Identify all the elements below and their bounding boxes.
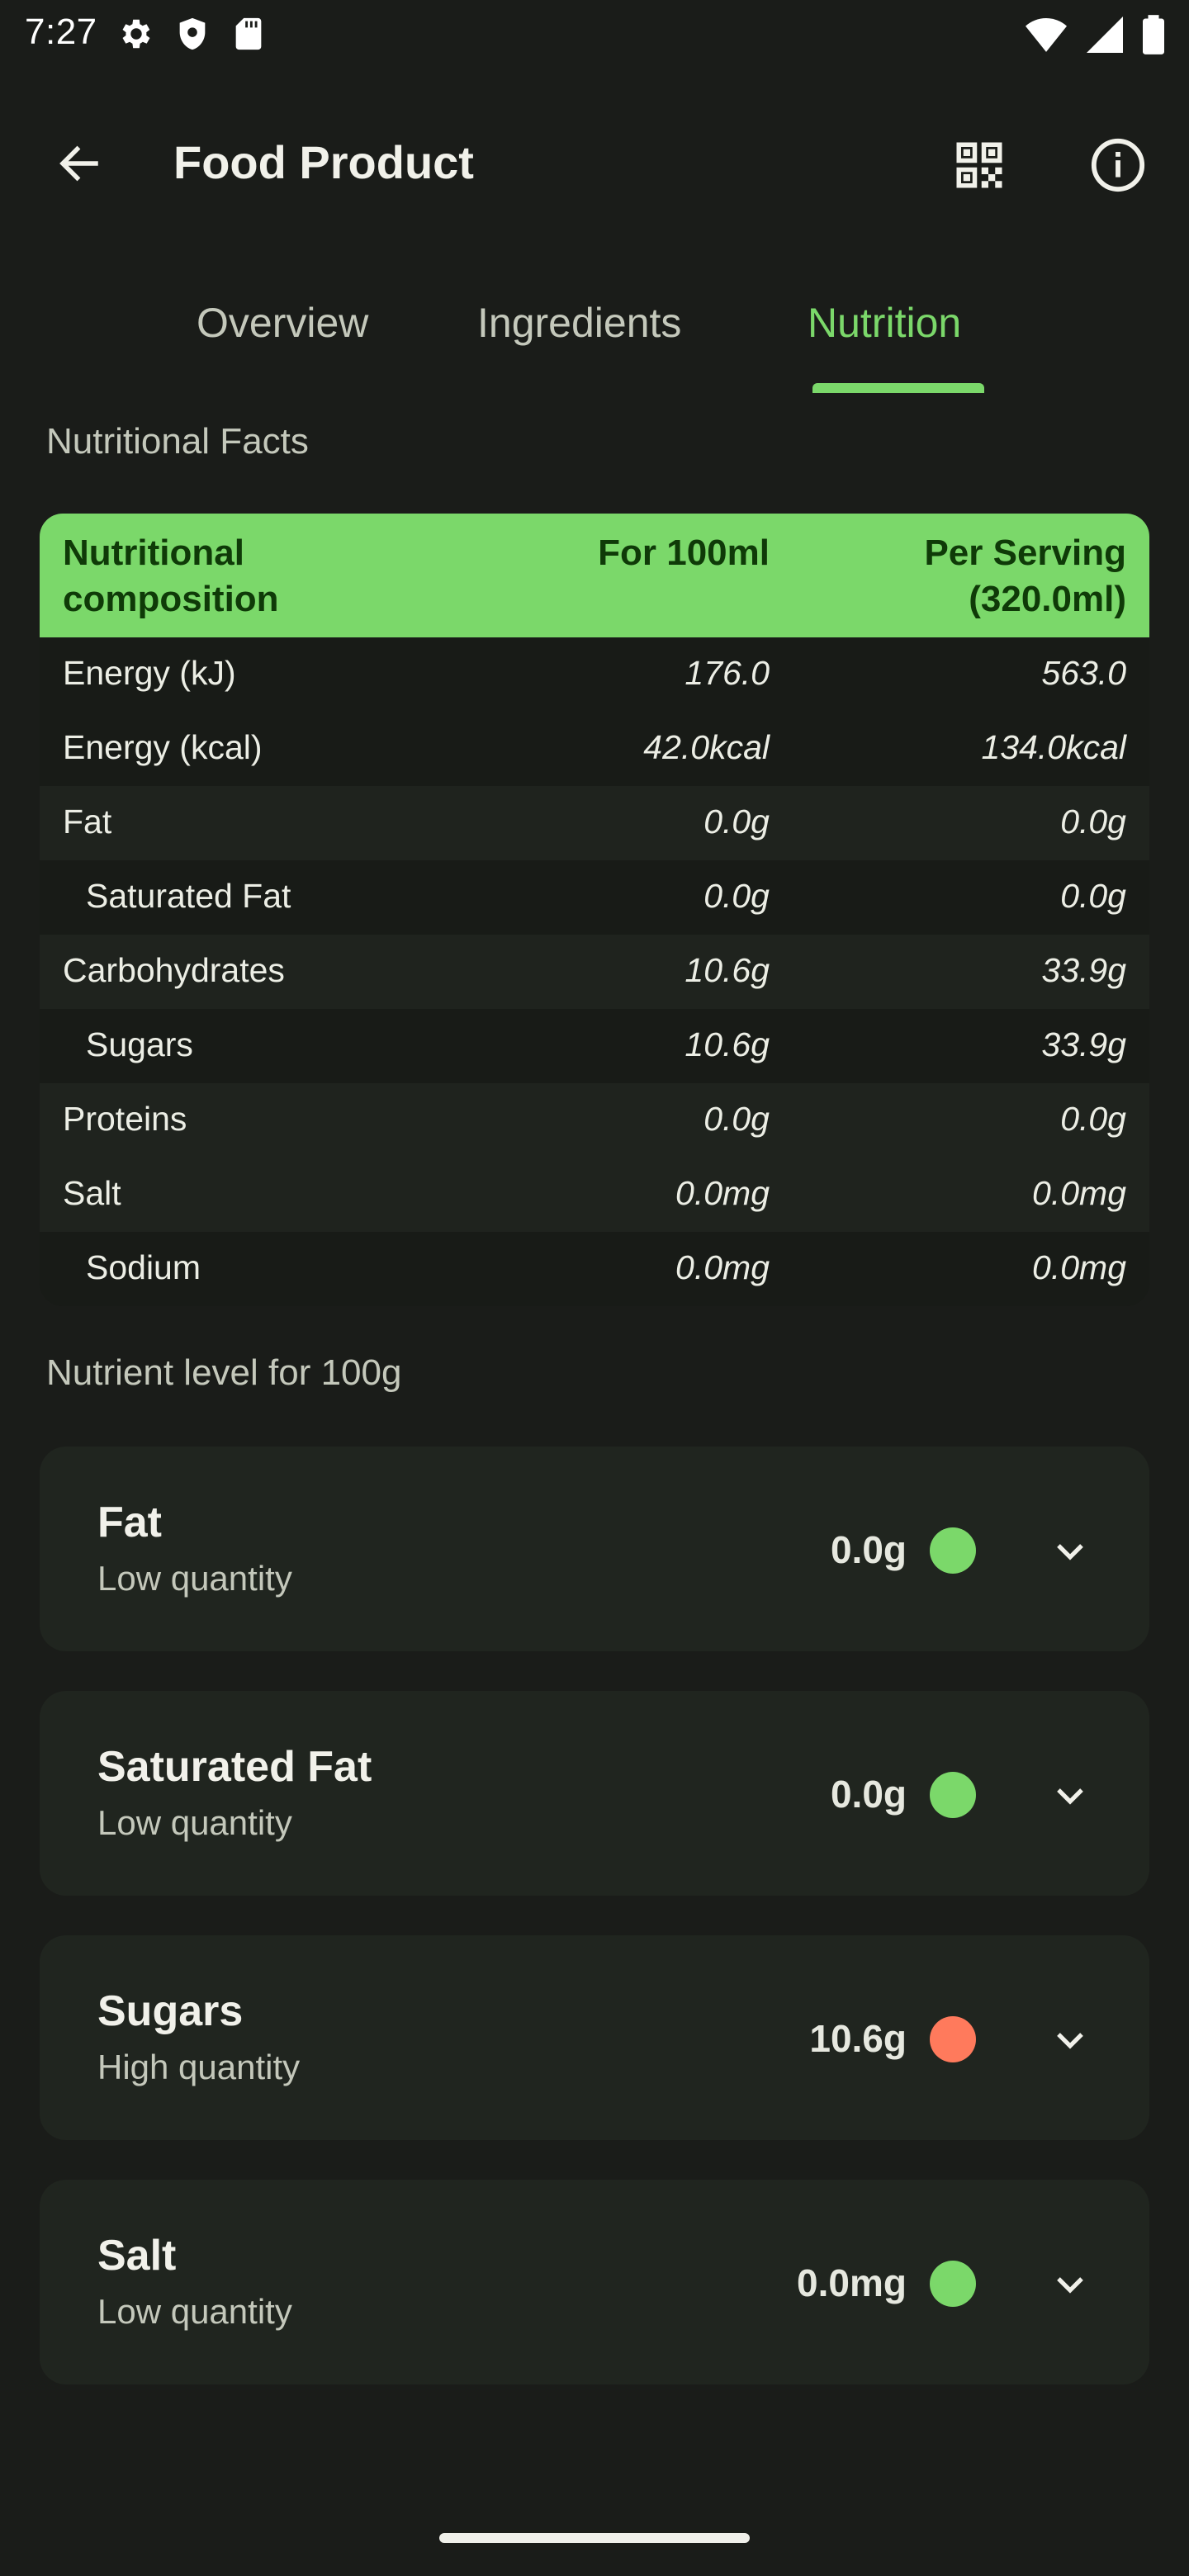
row-value-per-serving: 0.0g — [1060, 1100, 1126, 1138]
nutrient-value: 0.0mg — [797, 2261, 907, 2304]
row-name: Energy (kcal) — [63, 728, 263, 766]
row-name: Salt — [63, 1174, 121, 1212]
table-row: Sugars 10.6g 33.9g — [40, 1009, 1149, 1083]
table-row: Sodium 0.0mg 0.0mg — [40, 1232, 1149, 1306]
nutrient-value: 0.0g — [830, 1773, 907, 1816]
row-value-per-100: 0.0g — [703, 1100, 770, 1138]
tab-nutrition[interactable]: Nutrition — [808, 299, 961, 347]
status-icons-right — [1026, 15, 1164, 54]
back-arrow-icon — [54, 139, 104, 188]
table-row: Fat 0.0g 0.0g — [40, 786, 1149, 860]
info-button[interactable] — [1083, 130, 1153, 200]
row-name: Sugars — [86, 1025, 193, 1063]
level-indicator-dot — [930, 2016, 976, 2062]
level-indicator-dot — [930, 1772, 976, 1818]
nutrient-level-text: Low quantity — [97, 2292, 292, 2331]
row-name: Saturated Fat — [86, 877, 291, 915]
status-icons-left — [117, 15, 268, 53]
shield-icon — [173, 15, 211, 53]
nutrient-value: 0.0g — [830, 1528, 907, 1571]
tab-overview[interactable]: Overview — [197, 299, 368, 347]
qr-code-button[interactable] — [945, 130, 1014, 200]
battery-icon — [1143, 15, 1164, 54]
column-header-composition: Nutritional composition — [63, 533, 279, 619]
sd-card-icon — [230, 15, 268, 53]
table-row: Salt 0.0mg 0.0mg — [40, 1158, 1149, 1232]
screen: 7:27 Food Product Overview Ingredients N… — [0, 0, 1189, 2576]
row-name: Fat — [63, 803, 112, 841]
nutrient-name: Saturated Fat — [97, 1743, 372, 1791]
row-value-per-serving: 33.9g — [1041, 951, 1126, 989]
row-value-per-100: 42.0kcal — [643, 728, 770, 766]
home-indicator[interactable] — [439, 2533, 750, 2543]
row-value-per-100: 0.0g — [703, 877, 770, 915]
level-indicator-dot — [930, 2261, 976, 2307]
status-bar: 7:27 — [0, 0, 1189, 73]
settings-icon — [117, 15, 155, 53]
chevron-down-icon[interactable] — [1044, 2257, 1097, 2310]
nutrient-level-title: Nutrient level for 100g — [46, 1352, 402, 1393]
nutritional-facts-title: Nutritional Facts — [46, 421, 309, 462]
nutrient-level-card-saturated-fat[interactable]: Saturated Fat Low quantity 0.0g — [40, 1691, 1149, 1896]
row-name: Carbohydrates — [63, 951, 285, 989]
tab-ingredients[interactable]: Ingredients — [477, 299, 681, 347]
row-name: Sodium — [86, 1248, 201, 1286]
nutrient-name: Salt — [97, 2232, 177, 2280]
tab-bar: Overview Ingredients Nutrition — [0, 281, 1189, 393]
row-value-per-100: 0.0mg — [675, 1248, 770, 1286]
wifi-icon — [1026, 17, 1067, 53]
row-value-per-serving: 134.0kcal — [981, 728, 1126, 766]
active-tab-indicator — [812, 383, 984, 393]
row-value-per-100: 176.0 — [685, 654, 770, 692]
table-header: Nutritional composition For 100ml Per Ser… — [40, 514, 1149, 637]
row-value-per-serving: 0.0mg — [1032, 1248, 1126, 1286]
chevron-down-icon[interactable] — [1044, 2013, 1097, 2066]
table-row: Carbohydrates 10.6g 33.9g — [40, 935, 1149, 1009]
nutrition-table: Nutritional composition For 100ml Per Ser… — [40, 514, 1149, 1306]
app-bar: Food Product — [0, 116, 1189, 208]
column-header-per-100ml: For 100ml — [598, 533, 770, 573]
nutrient-name: Sugars — [97, 1987, 244, 2035]
table-row: Proteins 0.0g 0.0g — [40, 1083, 1149, 1158]
nutrient-level-card-fat[interactable]: Fat Low quantity 0.0g — [40, 1447, 1149, 1651]
row-name: Proteins — [63, 1100, 187, 1138]
status-time: 7:27 — [25, 12, 97, 52]
row-value-per-serving: 0.0mg — [1032, 1174, 1126, 1212]
row-value-per-serving: 563.0 — [1041, 654, 1126, 692]
nutrient-level-card-salt[interactable]: Salt Low quantity 0.0mg — [40, 2180, 1149, 2384]
table-row: Energy (kJ) 176.0 563.0 — [40, 637, 1149, 712]
nutrient-level-text: High quantity — [97, 2048, 301, 2086]
page-title: Food Product — [173, 136, 474, 188]
chevron-down-icon[interactable] — [1044, 1524, 1097, 1577]
nutrient-level-text: Low quantity — [97, 1559, 292, 1598]
row-value-per-100: 0.0g — [703, 803, 770, 841]
level-indicator-dot — [930, 1527, 976, 1574]
row-value-per-serving: 33.9g — [1041, 1025, 1126, 1063]
row-value-per-100: 10.6g — [685, 1025, 770, 1063]
info-icon — [1089, 136, 1147, 194]
nutrient-level-card-sugars[interactable]: Sugars High quantity 10.6g — [40, 1935, 1149, 2140]
nutrient-name: Fat — [97, 1499, 162, 1546]
signal-icon — [1087, 17, 1123, 53]
table-row: Saturated Fat 0.0g 0.0g — [40, 860, 1149, 935]
back-button[interactable] — [41, 134, 117, 193]
row-value-per-serving: 0.0g — [1060, 877, 1126, 915]
row-value-per-100: 10.6g — [685, 951, 770, 989]
qr-code-icon — [952, 138, 1007, 192]
chevron-down-icon[interactable] — [1044, 1769, 1097, 1821]
row-value-per-serving: 0.0g — [1060, 803, 1126, 841]
row-value-per-100: 0.0mg — [675, 1174, 770, 1212]
nutrient-value: 10.6g — [809, 2017, 907, 2060]
row-name: Energy (kJ) — [63, 654, 236, 692]
column-header-per-serving: Per Serving (320.0ml) — [924, 533, 1126, 619]
nutrient-level-text: Low quantity — [97, 1803, 292, 1842]
table-row: Energy (kcal) 42.0kcal 134.0kcal — [40, 712, 1149, 786]
